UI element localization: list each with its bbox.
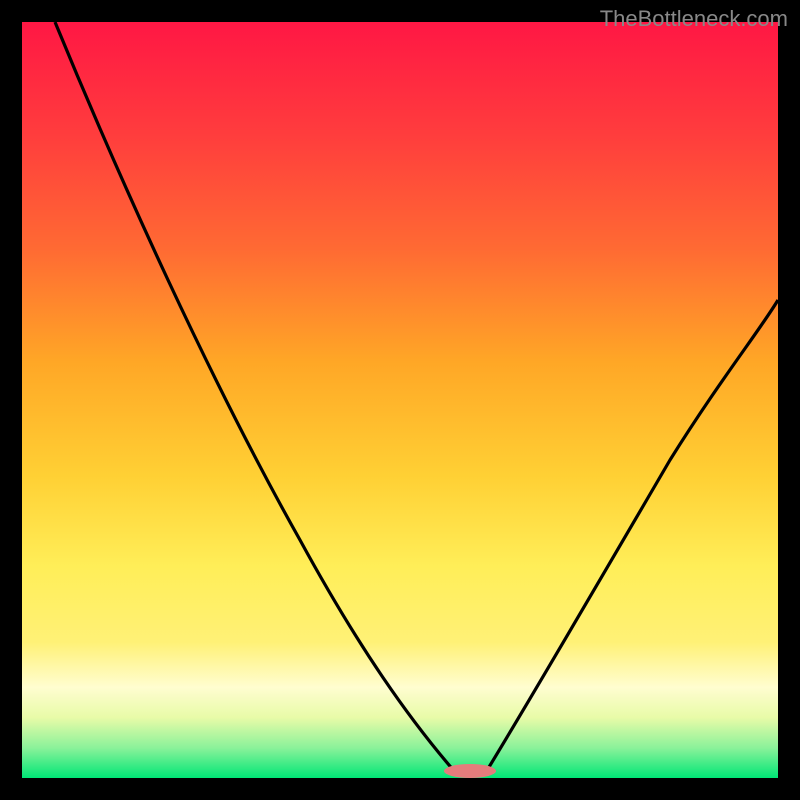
bottleneck-chart [0,0,800,800]
chart-background [22,22,778,778]
watermark-text: TheBottleneck.com [600,6,788,32]
chart-svg [0,0,800,800]
optimal-marker [444,764,496,778]
